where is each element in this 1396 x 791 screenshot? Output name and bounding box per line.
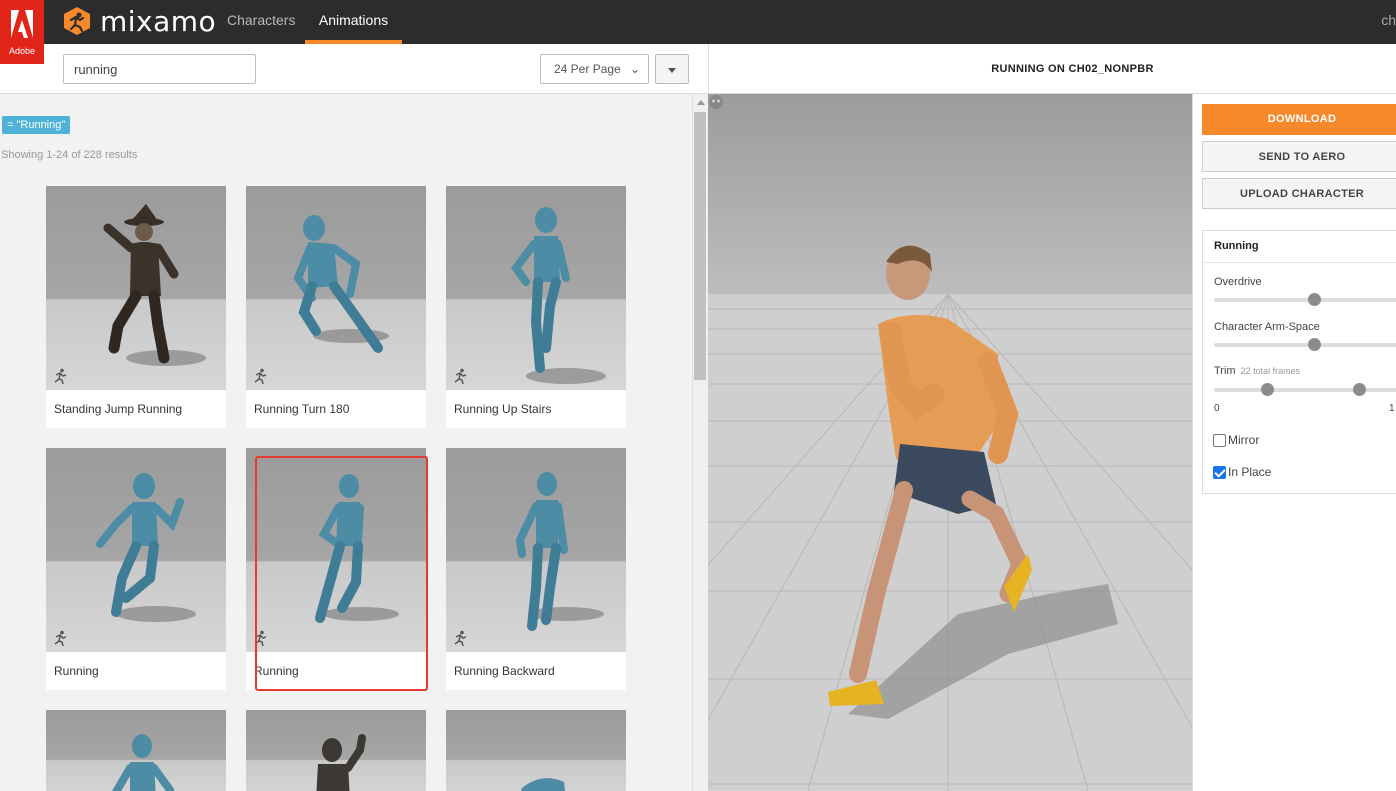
running-man-icon — [454, 368, 467, 384]
upload-character-button[interactable]: UPLOAD CHARACTER — [1202, 178, 1396, 209]
animation-thumbnail — [46, 448, 226, 652]
mirror-checkbox[interactable] — [1213, 433, 1226, 447]
running-man-icon — [454, 630, 467, 646]
chevron-down-icon: ⌄ — [629, 62, 640, 76]
arm-space-slider[interactable] — [1214, 338, 1396, 351]
overdrive-slider-knob[interactable] — [1308, 293, 1321, 306]
download-button[interactable]: DOWNLOAD — [1202, 104, 1396, 135]
animation-title: Standing Jump Running — [54, 402, 183, 416]
arm-space-slider-knob[interactable] — [1308, 338, 1321, 351]
adobe-badge[interactable]: Adobe — [0, 0, 44, 64]
search-input[interactable] — [63, 54, 256, 84]
animation-card[interactable] — [46, 710, 226, 791]
trim-frames-note: 22 total frames — [1240, 366, 1301, 376]
overdrive-label: Overdrive — [1214, 276, 1262, 288]
scroll-up-arrow-icon[interactable] — [697, 100, 705, 105]
running-man-icon — [254, 368, 267, 384]
animation-settings: Running Overdrive Character Arm-Space Tr… — [1202, 230, 1396, 494]
in-place-checkbox[interactable] — [1213, 465, 1226, 479]
in-place-label: In Place — [1228, 465, 1272, 479]
per-page-value: 24 Per Page — [554, 62, 621, 76]
app-name: mixamo — [100, 4, 217, 38]
animation-title: Running Backward — [454, 664, 555, 678]
overdrive-slider[interactable] — [1214, 293, 1396, 306]
animation-thumbnail — [446, 186, 626, 390]
animation-thumbnail — [46, 710, 226, 791]
animation-title: Running Turn 180 — [254, 402, 350, 416]
animation-card[interactable]: Running — [46, 448, 226, 690]
arm-space-label: Character Arm-Space — [1214, 321, 1320, 333]
viewer-title: RUNNING ON CH02_NONPBR — [991, 63, 1154, 75]
animation-card[interactable] — [246, 710, 426, 791]
animation-card[interactable]: Running Turn 180 — [246, 186, 426, 428]
trim-end-knob[interactable] — [1353, 383, 1366, 396]
trim-max-label: 1 — [1389, 403, 1395, 414]
tab-animations[interactable]: Animations — [305, 0, 402, 44]
trim-label-text: Trim — [1214, 365, 1236, 377]
scrollbar-thumb[interactable] — [694, 112, 706, 380]
filter-tag[interactable]: = "Running" — [2, 116, 71, 134]
caret-down-icon — [668, 68, 676, 73]
3d-viewport[interactable] — [708, 94, 1192, 791]
search-toolbar: 24 Per Page ⌄ — [0, 44, 708, 94]
results-scrollbar[interactable] — [692, 94, 708, 791]
adobe-label: Adobe — [8, 46, 36, 56]
trim-range-slider[interactable] — [1214, 383, 1396, 396]
animation-thumbnail — [246, 710, 426, 791]
running-man-icon — [54, 368, 67, 384]
animation-thumbnail — [46, 186, 226, 390]
results-count: Showing 1-24 of 228 results — [1, 149, 138, 161]
animation-thumbnail — [446, 448, 626, 652]
trim-min-label: 0 — [1214, 403, 1220, 414]
animation-card[interactable]: Running Backward — [446, 448, 626, 690]
watermark-text: CSDN @Zhichao_97 — [1237, 766, 1368, 782]
send-to-aero-button[interactable]: SEND TO AERO — [1202, 141, 1396, 172]
animation-title: Running — [54, 664, 99, 678]
settings-title: Running — [1203, 231, 1396, 263]
top-bar: mixamo Characters Animations ch — [0, 0, 1396, 44]
selected-card-highlight — [255, 456, 428, 691]
actions-panel: DOWNLOAD SEND TO AERO UPLOAD CHARACTER R… — [1192, 94, 1396, 791]
tab-characters[interactable]: Characters — [227, 0, 295, 44]
adobe-icon — [11, 10, 33, 38]
mixamo-logo-icon — [64, 7, 90, 35]
running-man-icon — [54, 630, 67, 646]
animation-card[interactable]: Standing Jump Running — [46, 186, 226, 428]
animation-thumbnail — [446, 710, 626, 791]
trim-label: Trim 22 total frames — [1214, 365, 1300, 377]
trim-start-knob[interactable] — [1261, 383, 1274, 396]
camera-reset-icon[interactable] — [708, 94, 724, 110]
in-place-toggle[interactable]: In Place — [1213, 465, 1271, 479]
mirror-label: Mirror — [1228, 433, 1260, 447]
viewer-header: RUNNING ON CH02_NONPBR — [708, 44, 1396, 94]
animation-card[interactable]: Running Up Stairs — [446, 186, 626, 428]
mixamo-logo[interactable]: mixamo — [62, 4, 216, 38]
animation-thumbnail — [246, 186, 426, 390]
user-menu[interactable]: ch — [1381, 12, 1396, 28]
per-page-select[interactable]: 24 Per Page ⌄ — [540, 54, 649, 84]
animation-card[interactable] — [446, 710, 626, 791]
sort-dropdown-button[interactable] — [655, 54, 689, 84]
mirror-toggle[interactable]: Mirror — [1213, 433, 1259, 447]
animation-title: Running Up Stairs — [454, 402, 552, 416]
